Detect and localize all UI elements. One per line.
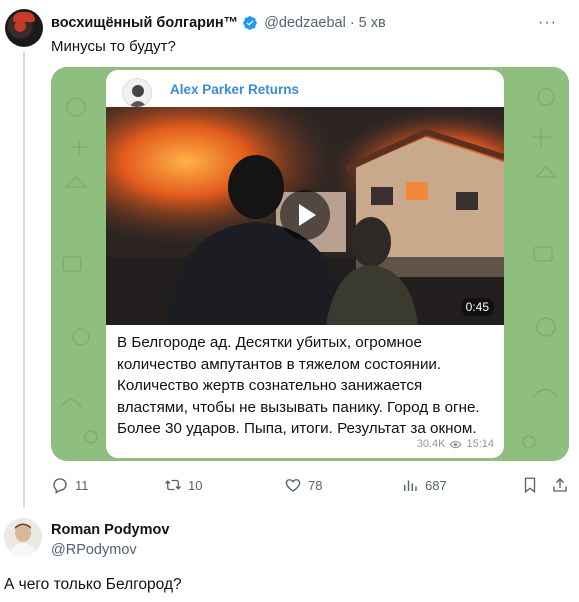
channel-name: Alex Parker Returns xyxy=(170,82,300,97)
tweet-header: восхищённый болгарин™ @dedzaebal · 5 хв xyxy=(51,15,386,31)
telegram-message-text: В Белгороде ад. Десятки убитых, огромное… xyxy=(117,334,480,437)
reply-author-name[interactable]: Roman Podymov xyxy=(51,522,169,538)
reply-author-avatar[interactable] xyxy=(4,518,42,556)
eye-icon xyxy=(449,440,463,448)
separator-dot: · xyxy=(349,15,355,31)
tweet-text: Минусы то будут? xyxy=(51,38,176,55)
share-button[interactable] xyxy=(551,476,569,494)
more-icon[interactable]: ··· xyxy=(538,14,557,32)
telegram-message-meta: 30.4K 15:14 xyxy=(417,438,494,450)
play-icon[interactable] xyxy=(280,190,330,240)
bookmark-icon xyxy=(524,477,536,494)
author-avatar[interactable] xyxy=(5,9,43,47)
share-icon xyxy=(553,478,567,492)
reply-tweet[interactable]: Roman Podymov @RPodymov А чего только Бе… xyxy=(0,505,579,602)
tweet-actions: 11 10 78 687 xyxy=(51,476,571,498)
retweet-count: 10 xyxy=(188,477,203,493)
views-button[interactable]: 687 xyxy=(401,476,447,494)
reply-icon xyxy=(53,478,67,494)
reply-button[interactable]: 11 xyxy=(51,476,89,494)
like-count: 78 xyxy=(308,477,323,493)
like-button[interactable]: 78 xyxy=(284,476,322,494)
reply-author-handle[interactable]: @RPodymov xyxy=(51,542,137,558)
author-name[interactable]: восхищённый болгарин™ xyxy=(51,15,238,31)
views-icon xyxy=(404,480,417,491)
tweet-time[interactable]: 5 хв xyxy=(359,15,386,31)
reply-text: А чего только Белгород? xyxy=(4,576,182,593)
like-icon xyxy=(285,479,301,492)
video-duration: 0:45 xyxy=(460,298,494,316)
views-count: 687 xyxy=(425,477,447,493)
tweet-media[interactable]: Alex Parker Returns 0:45 В Белгороде ад.… xyxy=(51,67,569,461)
retweet-icon xyxy=(165,479,181,491)
retweet-button[interactable]: 10 xyxy=(164,476,202,494)
tweet[interactable]: восхищённый болгарин™ @dedzaebal · 5 хв … xyxy=(0,0,579,507)
author-handle[interactable]: @dedzaebal xyxy=(264,15,346,31)
telegram-views: 30.4K xyxy=(416,438,446,450)
telegram-message: Alex Parker Returns 0:45 В Белгороде ад.… xyxy=(106,70,504,458)
verified-badge-icon xyxy=(243,16,258,30)
bookmark-button[interactable] xyxy=(521,476,539,494)
video-thumbnail[interactable]: 0:45 xyxy=(106,107,504,325)
telegram-time: 15:14 xyxy=(466,438,494,450)
channel-avatar xyxy=(122,78,152,108)
reply-count: 11 xyxy=(75,477,89,493)
thread-line xyxy=(23,52,25,507)
